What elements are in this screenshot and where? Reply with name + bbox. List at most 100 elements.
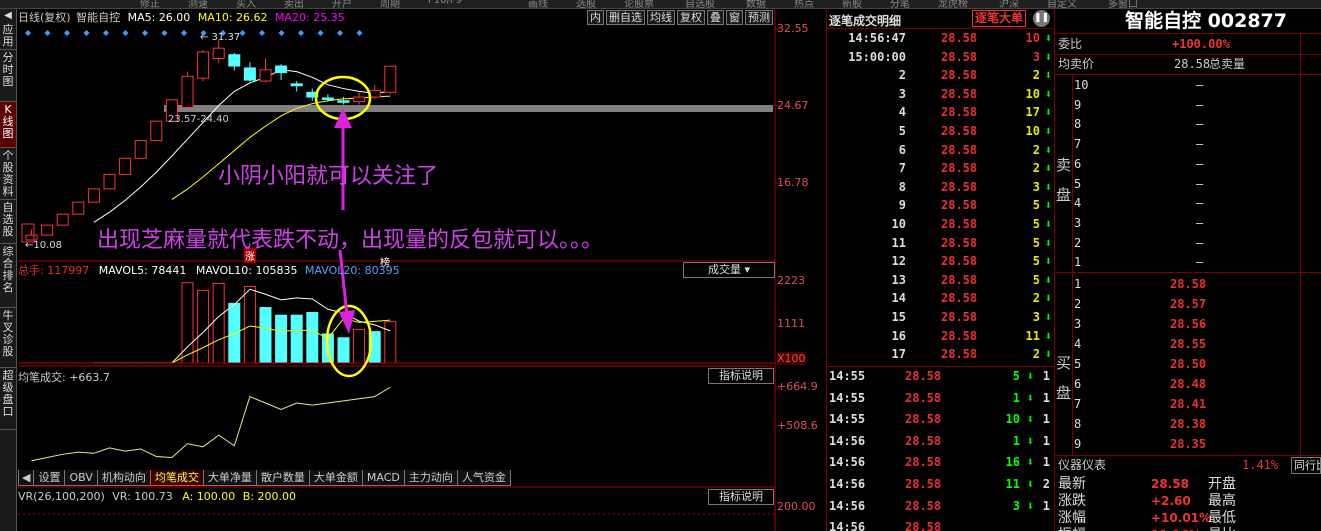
down-arrow-icon: ⬇ [1026, 390, 1034, 405]
sell-price: — [1196, 117, 1204, 132]
buy-level-row: 4 28.55 [1056, 334, 1306, 354]
volume-total-label: 总手: 117997 [18, 264, 90, 277]
tick-price: 28.58 [941, 179, 978, 194]
trade-count: 1 [1042, 412, 1050, 427]
tick-row: 17 28.58 2 ⬇ [827, 346, 1054, 365]
stat-value: 28.58 [1151, 477, 1189, 491]
support-band-label: 23.57-24.40 [168, 114, 229, 125]
indicator-tab[interactable]: 机构动向 [96, 470, 151, 486]
tick-price: 28.58 [941, 254, 978, 269]
book-col-border [1072, 272, 1073, 455]
tick-volume: 3 [1032, 49, 1040, 64]
trade-volume: 5 [1012, 369, 1020, 383]
buy-level: 5 [1074, 357, 1082, 371]
vr-help-button[interactable]: 指标说明 [708, 489, 774, 505]
buy-price: 28.56 [1170, 317, 1207, 331]
tick-list-header: 逐笔成交明细 逐笔大单 ❚❚ [827, 9, 1054, 29]
tick-time: 15 [891, 310, 906, 324]
sell-level: 4 [1074, 196, 1082, 211]
industry-name: 仪器仪表 [1058, 458, 1107, 472]
indicator-tab[interactable]: 散户数量 [255, 470, 310, 486]
volume-bar [384, 321, 397, 364]
avg-trade-axis-mid: +508.6 [777, 419, 818, 432]
down-arrow-icon: ⬇ [1026, 412, 1034, 427]
buy-level-row: 3 28.56 [1056, 314, 1306, 334]
avg-trade-help-button[interactable]: 指标说明 [708, 368, 774, 384]
tick-time: 3 [898, 86, 906, 101]
avg-sell-value: 28.58 [1174, 57, 1211, 71]
tick-price: 28.58 [941, 217, 978, 231]
down-arrow-icon: ⬇ [1044, 291, 1052, 306]
buy-level: 4 [1074, 337, 1082, 351]
indicator-tab[interactable]: 大单金额 [308, 470, 363, 486]
candle-body [103, 173, 116, 190]
tick-row: 2 28.58 2 ⬇ [827, 67, 1054, 86]
peer-compare-button[interactable]: 同行比较 [1291, 457, 1321, 474]
signal-diamond [181, 30, 187, 36]
tick-row: 6 28.58 2 ⬇ [827, 142, 1054, 161]
trade-price: 28.58 [905, 433, 942, 448]
tick-volume: 5 [1032, 254, 1040, 269]
trade-time: 14:56 [829, 455, 866, 470]
mavol5-label: MAVOL5: 78441 [98, 264, 187, 277]
candle-body [384, 65, 397, 93]
book-divider [1055, 272, 1321, 273]
trade-price: 28.58 [905, 520, 942, 531]
trade-volume: 1 [1012, 433, 1020, 448]
annotation-text-2: 出现芝麻量就代表跌不动，出现量的反包就可以。。。 [97, 228, 604, 253]
down-arrow-icon: ⬇ [1044, 31, 1052, 45]
sell-level-row: 6— [1056, 154, 1306, 174]
buy-price: 28.35 [1170, 437, 1207, 451]
indicator-tab[interactable]: MACD [361, 470, 405, 486]
sell-level: 8 [1074, 117, 1082, 132]
down-arrow-icon: ⬇ [1044, 49, 1052, 64]
sell-level: 10 [1074, 78, 1089, 92]
indicator-tab[interactable]: 大单净量 [202, 470, 257, 486]
trade-count: 1 [1042, 498, 1050, 513]
volume-bar [212, 282, 225, 364]
trade-volume: 16 [1005, 455, 1020, 470]
signal-diamond [356, 30, 363, 36]
indicator-tab[interactable]: OBV [64, 470, 98, 486]
tick-price: 28.58 [941, 198, 978, 213]
trade-row: 14:55 28.58 1 ⬇ 1 [827, 390, 1054, 409]
tick-divider [827, 366, 1054, 367]
low-price-marker: ←10.08 [25, 240, 63, 251]
indicator-tab[interactable]: 主力动向 [403, 470, 458, 486]
avg-trade-line [31, 386, 391, 462]
candle-body [41, 224, 54, 236]
stock-terminal: 修正 测速 买入 卖出 开户 周期 F10/F9 画线 选股 论股票 自选股 数据 热点 新股 分笔 龙虎榜沪… [0, 0, 1321, 531]
tick-price: 28.58 [941, 291, 978, 306]
candle-body [290, 83, 303, 87]
buy-price: 28.58 [1170, 277, 1207, 291]
tabs-scroll-left-icon[interactable]: ◀ [18, 470, 35, 486]
tick-time: 6 [898, 142, 906, 157]
stat-right-label: 最高 [1208, 493, 1236, 509]
trade-time: 14:56 [829, 520, 866, 531]
weibi-label: 委比 [1058, 37, 1083, 51]
down-arrow-icon: ⬇ [1044, 105, 1052, 120]
indicator-tab[interactable]: 设置 [33, 470, 66, 486]
tick-list-title: 逐笔成交明细 [829, 14, 902, 28]
book-right-border [1300, 34, 1301, 455]
tick-time: 8 [898, 179, 906, 194]
volume-indicator-dropdown[interactable]: 成交量 ▾ [683, 262, 775, 278]
quote-stat-row: 涨幅 +10.01% 最低 [1056, 509, 1306, 527]
tick-volume: 17 [1025, 105, 1040, 120]
down-arrow-icon: ⬇ [1044, 328, 1052, 343]
indicator-tab[interactable]: 均笔成交 [149, 470, 204, 486]
signal-diamond [103, 30, 109, 36]
vr-indicator-bar: VR(26,100,200) VR: 100.73 A: 100.00 B: 2… [18, 490, 296, 503]
avg-sell-row: 均卖价 28.58 总卖量 [1056, 54, 1306, 74]
candle-body [337, 100, 350, 103]
trade-volume: 10 [1005, 412, 1020, 427]
big-order-tab[interactable]: 逐笔大单 [972, 10, 1027, 27]
indicator-tab[interactable]: 人气资金 [456, 470, 511, 486]
sell-level-row: 8— [1056, 114, 1306, 134]
vr-title: VR(26,100,200) [18, 490, 105, 503]
sell-level-row: 3— [1056, 213, 1306, 233]
trade-price: 28.58 [905, 455, 942, 470]
buy-level: 1 [1074, 277, 1082, 291]
sell-price: — [1196, 235, 1204, 250]
pause-icon[interactable]: ❚❚ [1033, 10, 1050, 27]
